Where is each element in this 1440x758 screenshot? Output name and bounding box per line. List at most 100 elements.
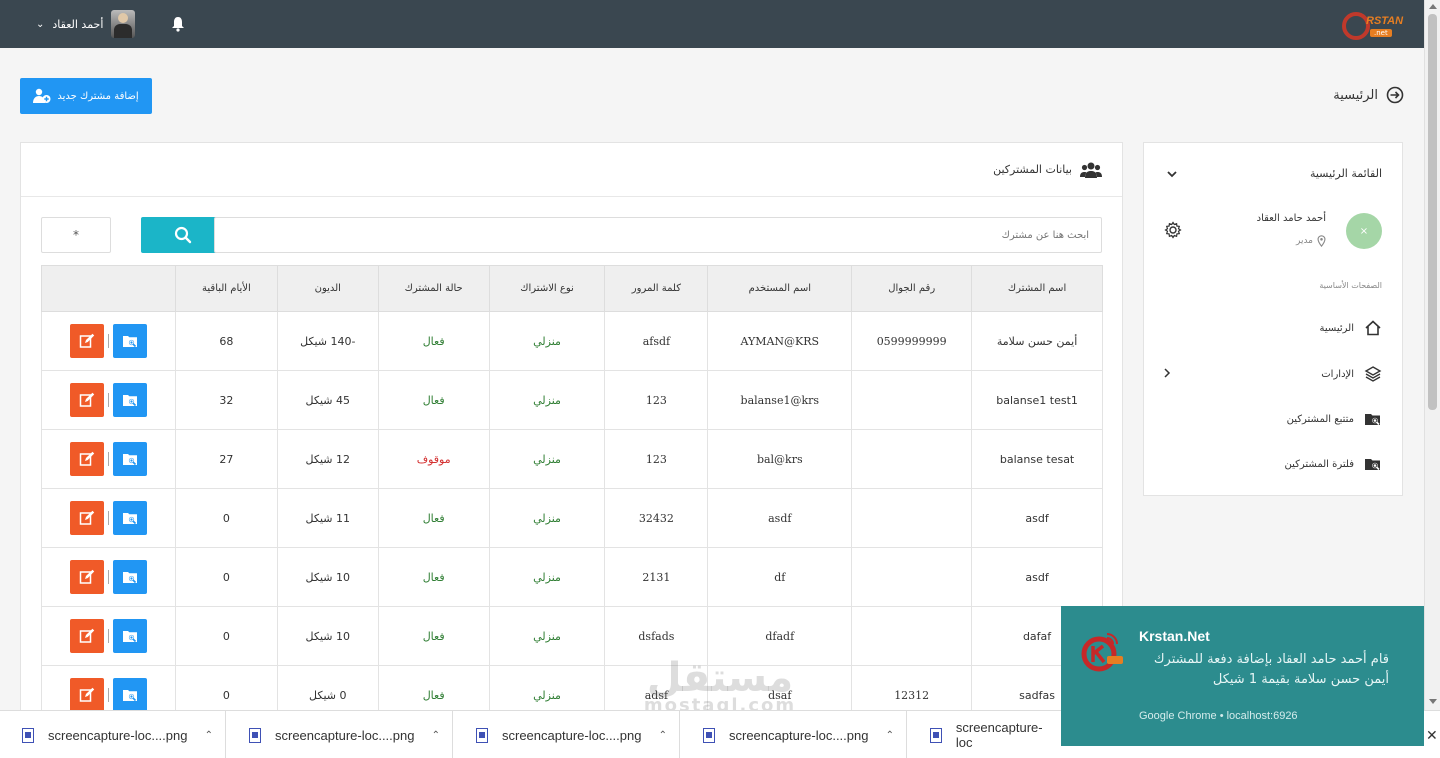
sidebar-item-departments[interactable]: الإدارات [1162, 363, 1382, 385]
row-actions [42, 501, 175, 535]
edit-button[interactable] [69, 619, 104, 653]
cell-debt: 45 شيكل [276, 370, 379, 430]
download-item[interactable]: screencapture-loc....png ⌃ [681, 711, 907, 758]
column-header[interactable]: اسم المشترك [971, 265, 1103, 312]
edit-icon [79, 628, 95, 643]
cell-username: df [707, 547, 853, 607]
cell-type: منزلي [488, 488, 606, 548]
cell-password: 123 [604, 429, 709, 489]
row-actions [42, 442, 175, 476]
cell-status: موقوف [377, 429, 490, 489]
column-header[interactable]: نوع الاشتراك [488, 265, 606, 312]
chevron-down-icon[interactable]: ⌄ [36, 19, 44, 30]
cell-actions [41, 429, 176, 489]
column-header[interactable]: كلمة المرور [604, 265, 709, 312]
image-file-icon [476, 727, 488, 743]
chevron-right-icon[interactable] [1162, 367, 1172, 379]
user-name[interactable]: أحمد العقاد [52, 18, 103, 31]
sidebar-item-tracker[interactable]: متتبع المشتركين [1162, 408, 1382, 430]
edit-button[interactable] [69, 442, 104, 476]
edit-button[interactable] [69, 678, 104, 712]
cell-days: 32 [174, 370, 278, 430]
avatar[interactable] [111, 10, 136, 38]
cell-status: فعال [377, 547, 490, 607]
scroll-thumb[interactable] [1428, 14, 1437, 410]
user-menu[interactable]: ⌄ أحمد العقاد [36, 10, 136, 38]
search-input[interactable] [214, 217, 1102, 253]
download-item[interactable]: screencapture-loc....png ⌃ [0, 711, 226, 758]
cell-password: 123 [604, 370, 709, 430]
subscribers-panel: بيانات المشتركين * اسم المشترك رقم الجوا… [20, 142, 1123, 725]
chevron-up-icon[interactable]: ⌃ [432, 730, 440, 741]
cell-type: منزلي [488, 429, 606, 489]
cell-name: asdf [971, 547, 1103, 607]
cell-actions [41, 488, 176, 548]
notification-source: Google Chrome • localhost:6926 [1139, 710, 1298, 722]
row-actions [42, 560, 175, 594]
arrow-circle-right-icon[interactable] [1386, 86, 1404, 104]
cell-name: balanse tesat [971, 429, 1103, 489]
sidebar-item-label: الإدارات [1321, 368, 1354, 380]
cell-actions [41, 311, 176, 371]
brand-logo[interactable]: RSTAN .net [1340, 8, 1404, 42]
cell-password: 2131 [604, 547, 709, 607]
edit-button[interactable] [69, 501, 104, 535]
view-subscriber-button[interactable] [112, 619, 147, 653]
column-header[interactable]: رقم الجوال [851, 265, 973, 312]
row-actions [42, 383, 175, 417]
edit-button[interactable] [69, 324, 104, 358]
column-header[interactable]: الديون [276, 265, 379, 312]
chevron-up-icon[interactable]: ⌃ [205, 730, 213, 741]
column-header[interactable]: الأيام الباقية [174, 265, 278, 312]
filter-field[interactable]: * [41, 217, 111, 253]
cell-actions [41, 370, 176, 430]
cell-status: فعال [377, 311, 490, 371]
cell-phone [851, 547, 973, 607]
view-subscriber-button[interactable] [112, 442, 147, 476]
download-item[interactable]: screencapture-loc....png ⌃ [454, 711, 680, 758]
column-header[interactable]: اسم المستخدم [707, 265, 853, 312]
notification-body: قام أحمد حامد العقاد بإضافة دفعة للمشترك… [1153, 652, 1389, 687]
download-item[interactable]: screencapture-loc [908, 711, 1058, 758]
search-icon [174, 226, 192, 244]
scroll-up-icon[interactable] [1429, 4, 1437, 9]
scroll-down-icon[interactable] [1429, 699, 1437, 704]
chevron-up-icon[interactable]: ⌃ [659, 730, 667, 741]
folder-search-icon [122, 336, 137, 348]
edit-icon [79, 687, 95, 702]
folder-search-icon [122, 631, 137, 643]
cell-username: asdf [707, 488, 853, 548]
view-subscriber-button[interactable] [112, 501, 147, 535]
download-item[interactable]: screencapture-loc....png ⌃ [227, 711, 453, 758]
view-subscriber-button[interactable] [112, 560, 147, 594]
view-subscriber-button[interactable] [112, 678, 147, 712]
page-scrollbar[interactable] [1424, 0, 1440, 710]
cell-actions [41, 606, 176, 666]
view-subscriber-button[interactable] [112, 383, 147, 417]
folder-search-icon [122, 572, 137, 584]
edit-button[interactable] [69, 560, 104, 594]
divider [107, 452, 109, 466]
edit-icon [79, 569, 95, 584]
column-header[interactable]: حالة المشترك [377, 265, 490, 312]
chevron-down-icon[interactable] [1166, 169, 1178, 179]
view-subscriber-button[interactable] [112, 324, 147, 358]
breadcrumb-home-label[interactable]: الرئيسية [1333, 88, 1378, 103]
folder-search-icon [122, 690, 137, 702]
chevron-up-icon[interactable]: ⌃ [886, 730, 894, 741]
divider [107, 688, 109, 702]
search-button[interactable] [141, 217, 225, 253]
add-subscriber-button[interactable]: إضافة مشترك جديد [20, 78, 152, 114]
edit-icon [79, 392, 95, 407]
close-icon[interactable]: ✕ [1426, 728, 1438, 744]
bell-icon[interactable] [171, 16, 185, 32]
cell-days: 27 [174, 429, 278, 489]
edit-button[interactable] [69, 383, 104, 417]
home-icon [1365, 320, 1381, 336]
table-header-row: اسم المشترك رقم الجوال اسم المستخدم كلمة… [41, 265, 1103, 312]
sidebar-item-filter[interactable]: فلترة المشتركين [1162, 453, 1382, 475]
divider [107, 629, 109, 643]
sidebar-item-home[interactable]: الرئيسية [1162, 317, 1382, 339]
gear-icon[interactable] [1164, 221, 1182, 239]
chrome-notification[interactable]: Krstan.Net قام أحمد حامد العقاد بإضافة د… [1061, 606, 1424, 746]
